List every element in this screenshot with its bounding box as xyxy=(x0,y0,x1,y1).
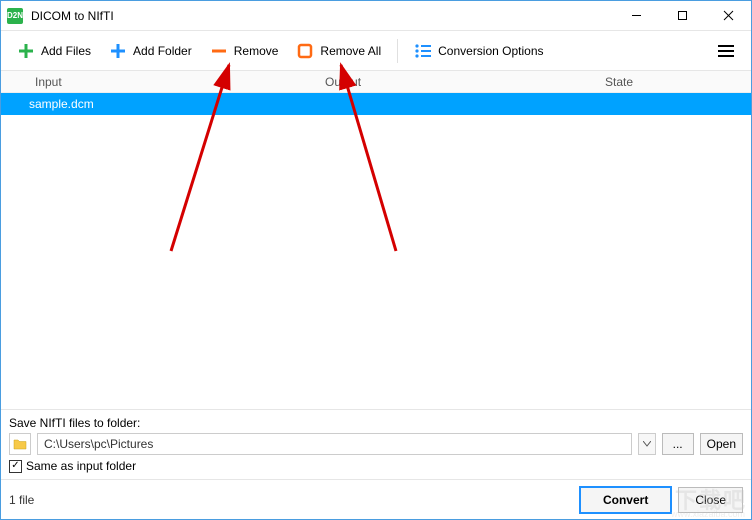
browse-button[interactable]: ... xyxy=(662,433,694,455)
app-icon: D2N xyxy=(7,8,23,24)
output-folder-value: C:\Users\pc\Pictures xyxy=(44,437,153,451)
remove-all-label: Remove All xyxy=(320,44,381,58)
titlebar: D2N DICOM to NIfTI xyxy=(1,1,751,31)
same-as-input-checkbox[interactable]: ✓ xyxy=(9,460,22,473)
minimize-button[interactable] xyxy=(613,1,659,31)
column-header-output[interactable]: Output xyxy=(325,75,605,89)
menu-button[interactable] xyxy=(709,40,743,62)
app-window: D2N DICOM to NIfTI Add Files Add F xyxy=(0,0,752,520)
table-row[interactable]: sample.dcm xyxy=(1,93,751,115)
same-as-input-row[interactable]: ✓ Same as input folder xyxy=(9,459,743,473)
conversion-options-button[interactable]: Conversion Options xyxy=(406,38,551,64)
status-text: 1 file xyxy=(9,493,34,507)
hamburger-icon xyxy=(717,44,735,58)
column-header-state[interactable]: State xyxy=(605,75,751,89)
same-as-input-label: Same as input folder xyxy=(26,459,136,473)
convert-button[interactable]: Convert xyxy=(579,486,672,514)
close-window-button[interactable] xyxy=(705,1,751,31)
list-icon xyxy=(414,42,432,60)
square-icon xyxy=(296,42,314,60)
open-folder-button[interactable]: Open xyxy=(700,433,743,455)
toolbar: Add Files Add Folder Remove Remove All xyxy=(1,31,751,71)
window-title: DICOM to NIfTI xyxy=(31,9,114,23)
chevron-down-icon xyxy=(643,441,651,447)
plus-icon xyxy=(109,42,127,60)
file-table: Input Output State sample.dcm xyxy=(1,71,751,409)
table-header: Input Output State xyxy=(1,71,751,93)
folder-icon[interactable] xyxy=(9,433,31,455)
remove-all-button[interactable]: Remove All xyxy=(288,38,389,64)
add-files-button[interactable]: Add Files xyxy=(9,38,99,64)
add-files-label: Add Files xyxy=(41,44,91,58)
output-folder-input[interactable]: C:\Users\pc\Pictures xyxy=(37,433,632,455)
footer: 1 file Convert Close xyxy=(1,479,751,519)
open-label: Open xyxy=(707,437,736,451)
cell-input: sample.dcm xyxy=(15,97,325,111)
window-controls xyxy=(613,1,751,31)
browse-label: ... xyxy=(673,437,683,451)
save-section: Save NIfTI files to folder: C:\Users\pc\… xyxy=(1,409,751,479)
plus-icon xyxy=(17,42,35,60)
minus-icon xyxy=(210,42,228,60)
conversion-options-label: Conversion Options xyxy=(438,44,543,58)
path-row: C:\Users\pc\Pictures ... Open xyxy=(9,433,743,455)
add-folder-label: Add Folder xyxy=(133,44,192,58)
toolbar-separator xyxy=(397,39,398,63)
folder-dropdown-button[interactable] xyxy=(638,433,656,455)
maximize-button[interactable] xyxy=(659,1,705,31)
close-label: Close xyxy=(695,493,726,507)
column-header-input[interactable]: Input xyxy=(15,75,325,89)
table-body: sample.dcm xyxy=(1,93,751,409)
close-button[interactable]: Close xyxy=(678,487,743,513)
convert-label: Convert xyxy=(603,493,648,507)
add-folder-button[interactable]: Add Folder xyxy=(101,38,200,64)
remove-button[interactable]: Remove xyxy=(202,38,287,64)
remove-label: Remove xyxy=(234,44,279,58)
save-label: Save NIfTI files to folder: xyxy=(9,416,743,430)
